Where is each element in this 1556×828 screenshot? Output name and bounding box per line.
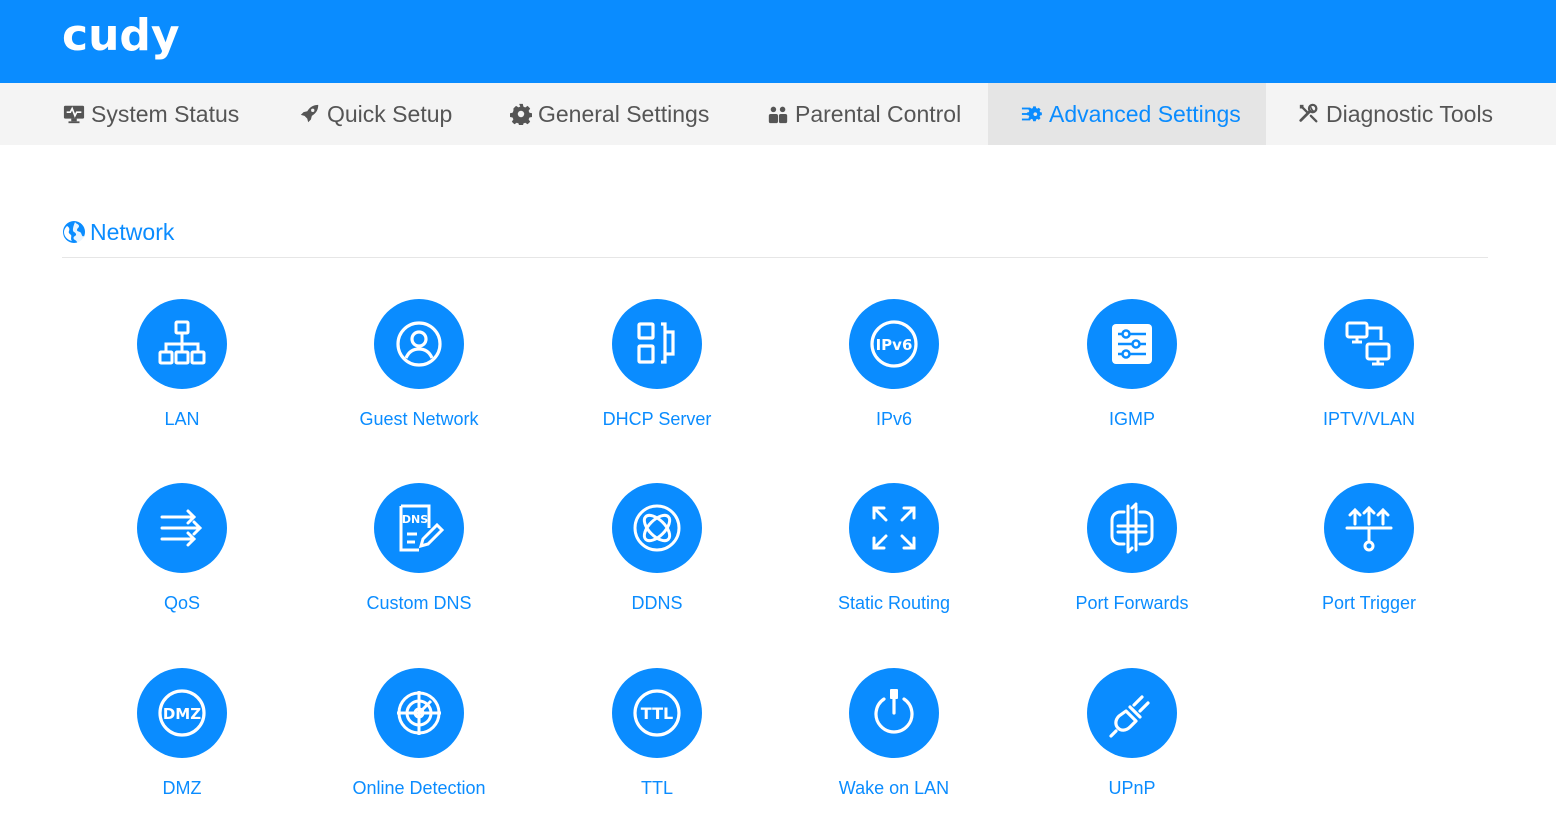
svg-text:IPv6: IPv6 [876, 336, 913, 354]
tile-qos[interactable]: QoS [82, 483, 282, 643]
sliders-gear-icon [1020, 102, 1044, 126]
guest-user-icon [374, 299, 464, 389]
globe-icon [63, 221, 85, 244]
monitor-pulse-icon [62, 102, 86, 126]
tile-label: Port Trigger [1321, 593, 1417, 613]
tile-label: Static Routing [837, 593, 951, 613]
tile-label: Custom DNS [366, 593, 472, 613]
svg-text:TTL: TTL [641, 704, 673, 723]
section-title-network: Network [62, 216, 174, 248]
tile-label: LAN [164, 409, 200, 429]
tile-wake-on-lan[interactable]: Wake on LAN [794, 668, 994, 828]
users-icon [766, 102, 790, 126]
svg-text:DNS: DNS [402, 513, 428, 526]
nav-parental-control[interactable]: Parental Control [766, 83, 961, 145]
nav-diagnostic-tools[interactable]: Diagnostic Tools [1297, 83, 1493, 145]
tile-label: DHCP Server [602, 409, 712, 429]
svg-text:DMZ: DMZ [163, 705, 201, 723]
lan-topology-icon [137, 299, 227, 389]
tile-ddns[interactable]: DDNS [557, 483, 757, 643]
port-trigger-icon [1324, 483, 1414, 573]
ddns-globe-icon [612, 483, 702, 573]
tile-dhcp-server[interactable]: DHCP Server [557, 299, 757, 459]
nav-label: Diagnostic Tools [1326, 100, 1494, 127]
cudy-logo[interactable]: cudy [62, 8, 182, 64]
nav-label: Quick Setup [327, 100, 453, 127]
ttl-badge-icon: TTL [612, 668, 702, 758]
section-divider [62, 257, 1488, 258]
tile-static-routing[interactable]: Static Routing [794, 483, 994, 643]
svg-text:cudy: cudy [62, 10, 180, 61]
tile-ipv6[interactable]: IPv6 IPv6 [794, 299, 994, 459]
section-title-label: Network [90, 218, 175, 245]
tile-custom-dns[interactable]: DNS Custom DNS [319, 483, 519, 643]
nav-quick-setup[interactable]: Quick Setup [298, 83, 452, 145]
tile-iptv-vlan[interactable]: IPTV/VLAN [1269, 299, 1469, 459]
ipv6-badge-icon: IPv6 [849, 299, 939, 389]
tile-label: IPTV/VLAN [1322, 409, 1416, 429]
dmz-badge-icon: DMZ [137, 668, 227, 758]
tile-port-trigger[interactable]: Port Trigger [1269, 483, 1469, 643]
nav-label: General Settings [538, 100, 710, 127]
dns-document-icon: DNS [374, 483, 464, 573]
radar-target-icon [374, 668, 464, 758]
nav-advanced-settings[interactable]: Advanced Settings [988, 83, 1266, 145]
tile-label: IGMP [1108, 409, 1155, 429]
tile-upnp[interactable]: UPnP [1032, 668, 1232, 828]
tools-icon [1297, 102, 1321, 126]
igmp-sliders-icon [1087, 299, 1177, 389]
power-plug-icon [849, 668, 939, 758]
nav-system-status[interactable]: System Status [62, 83, 239, 145]
nav-label: Advanced Settings [1049, 100, 1241, 127]
dhcp-blocks-icon [612, 299, 702, 389]
plug-icon [1087, 668, 1177, 758]
port-forward-icon [1087, 483, 1177, 573]
tile-igmp[interactable]: IGMP [1032, 299, 1232, 459]
nav-label: System Status [91, 100, 240, 127]
qos-arrows-icon [137, 483, 227, 573]
nav-label: Parental Control [795, 100, 962, 127]
expand-arrows-icon [849, 483, 939, 573]
gear-icon [509, 102, 533, 126]
tile-label: Port Forwards [1075, 593, 1189, 613]
tile-label: IPv6 [875, 409, 913, 429]
nav-general-settings[interactable]: General Settings [509, 83, 709, 145]
tile-online-detection[interactable]: Online Detection [319, 668, 519, 828]
iptv-monitors-icon [1324, 299, 1414, 389]
tile-label: Guest Network [359, 409, 479, 429]
rocket-icon [298, 102, 322, 126]
tile-port-forwards[interactable]: Port Forwards [1032, 483, 1232, 643]
tile-label: DDNS [631, 593, 683, 613]
tile-dmz[interactable]: DMZ DMZ [82, 668, 282, 828]
main-nav: System Status Quick Setup General Settin… [0, 83, 1556, 145]
tile-label: QoS [163, 593, 201, 613]
tile-guest-network[interactable]: Guest Network [319, 299, 519, 459]
header-bar: cudy [0, 0, 1556, 83]
tile-ttl[interactable]: TTL TTL [557, 668, 757, 828]
tile-lan[interactable]: LAN [82, 299, 282, 459]
